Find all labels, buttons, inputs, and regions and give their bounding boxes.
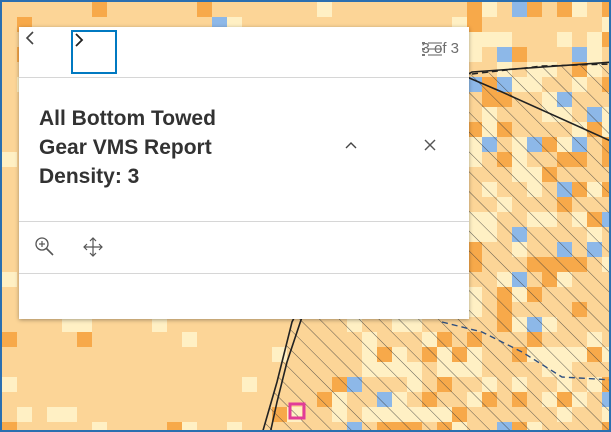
density-cell xyxy=(497,47,512,62)
density-cell xyxy=(602,17,609,32)
density-cell xyxy=(482,2,497,17)
feature-popup: 3 of 3 All Bottom Towed Gear VMS Report … xyxy=(19,27,469,319)
list-icon xyxy=(422,42,443,56)
popup-title: All Bottom Towed Gear VMS Report Density… xyxy=(39,104,299,191)
density-cell xyxy=(527,2,542,17)
density-cell xyxy=(2,332,17,347)
density-cell xyxy=(512,47,527,62)
density-cell xyxy=(92,2,107,17)
density-cell xyxy=(62,407,77,422)
previous-feature-button[interactable] xyxy=(24,30,70,74)
chevron-left-icon xyxy=(25,31,34,45)
density-cell xyxy=(227,422,242,430)
density-cell xyxy=(587,47,602,62)
density-cell xyxy=(317,2,332,17)
divider xyxy=(19,77,469,78)
density-cell xyxy=(512,2,527,17)
zoom-to-button[interactable] xyxy=(33,235,57,259)
density-cell xyxy=(47,407,62,422)
density-cell xyxy=(467,32,482,47)
divider xyxy=(19,221,469,222)
divider xyxy=(19,273,469,274)
density-cell xyxy=(557,32,572,47)
density-cell xyxy=(17,407,32,422)
density-cell xyxy=(2,422,17,430)
map-view[interactable]: 3 of 3 All Bottom Towed Gear VMS Report … xyxy=(0,0,611,432)
density-cell xyxy=(182,422,197,430)
density-cell xyxy=(2,377,17,392)
density-cell xyxy=(77,317,92,332)
density-cell xyxy=(572,2,587,17)
density-cell xyxy=(2,152,17,167)
density-cell xyxy=(77,332,92,347)
density-cell xyxy=(152,317,167,332)
close-button[interactable] xyxy=(419,134,441,156)
density-cell xyxy=(197,2,212,17)
popup-title-line-1: All Bottom Towed xyxy=(39,107,216,130)
density-cell xyxy=(467,47,482,62)
density-cell xyxy=(167,422,182,430)
next-feature-button[interactable] xyxy=(71,30,117,74)
close-icon xyxy=(424,139,436,151)
density-cell xyxy=(497,32,512,47)
density-cell xyxy=(482,32,497,47)
popup-title-line-3: Density: 3 xyxy=(39,165,140,188)
density-cell xyxy=(557,2,572,17)
density-cell xyxy=(467,2,482,17)
density-cell xyxy=(182,332,197,347)
density-cell xyxy=(62,317,77,332)
density-cell xyxy=(602,32,609,47)
density-cell xyxy=(242,377,257,392)
zoom-to-icon xyxy=(35,237,54,256)
density-cell xyxy=(92,422,107,430)
feature-count[interactable]: 3 of 3 xyxy=(421,40,459,57)
popup-actions xyxy=(19,229,469,269)
chevron-right-icon xyxy=(75,33,84,47)
density-cell xyxy=(467,17,482,32)
collapse-button[interactable] xyxy=(340,134,362,156)
density-cell xyxy=(2,272,17,287)
density-cell xyxy=(587,32,602,47)
pan-to-button[interactable] xyxy=(81,235,105,259)
density-cell xyxy=(572,47,587,62)
popup-title-line-2: Gear VMS Report xyxy=(39,136,212,159)
chevron-up-icon xyxy=(345,142,357,149)
popup-nav-bar: 3 of 3 xyxy=(19,27,469,77)
pan-icon xyxy=(83,237,103,257)
density-cell xyxy=(602,2,609,17)
